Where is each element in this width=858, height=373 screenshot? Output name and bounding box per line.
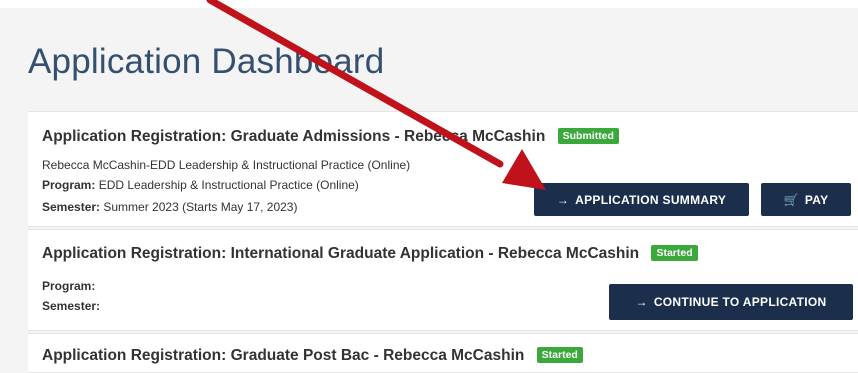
status-badge: Started [536, 347, 583, 363]
application-label: Application Registration: [42, 245, 227, 262]
semester-label: Semester: [42, 200, 101, 214]
page-title: Application Dashboard [28, 42, 385, 81]
arrow-right-icon: → [635, 295, 648, 309]
application-label: Application Registration: [42, 347, 227, 364]
semester-line: Semester: [42, 299, 100, 313]
program-label: Program: [42, 178, 96, 192]
application-card: Application Registration: International … [28, 229, 858, 331]
semester-line: Semester: Summer 2023 (Starts May 17, 20… [42, 200, 297, 214]
continue-to-application-button[interactable]: → CONTINUE TO APPLICATION [609, 284, 853, 320]
program-value: EDD Leadership & Instructional Practice … [98, 178, 359, 192]
application-label: Application Registration: [42, 128, 227, 145]
semester-value: Summer 2023 (Starts May 17, 2023) [103, 200, 298, 214]
application-card: Application Registration: Graduate Post … [28, 333, 858, 373]
program-label: Program: [42, 279, 96, 293]
top-band [0, 0, 858, 8]
application-heading: Application Registration: Graduate Admis… [42, 128, 619, 146]
application-name: International Graduate Application - Reb… [230, 245, 640, 262]
pay-label: PAY [804, 192, 829, 207]
cart-icon: 🛒 [783, 192, 799, 207]
status-badge: Submitted [557, 128, 619, 144]
application-summary-label: APPLICATION SUMMARY [575, 192, 727, 207]
program-line: Program: [42, 279, 95, 293]
status-badge: Started [651, 245, 698, 261]
arrow-right-icon: → [556, 192, 570, 207]
application-name: Graduate Admissions - Rebecca McCashin [230, 128, 546, 145]
application-heading: Application Registration: Graduate Post … [42, 347, 583, 365]
application-heading: Application Registration: International … [42, 245, 698, 263]
application-description: Rebecca McCashin-EDD Leadership & Instru… [42, 158, 411, 172]
application-summary-button[interactable]: → APPLICATION SUMMARY [534, 183, 749, 216]
continue-to-application-label: CONTINUE TO APPLICATION [653, 295, 827, 309]
program-line: Program: EDD Leadership & Instructional … [42, 178, 359, 192]
semester-label: Semester: [42, 299, 101, 313]
application-card: Application Registration: Graduate Admis… [28, 111, 858, 227]
application-name: Graduate Post Bac - Rebecca McCashin [230, 347, 525, 364]
pay-button[interactable]: 🛒 PAY [761, 183, 851, 216]
